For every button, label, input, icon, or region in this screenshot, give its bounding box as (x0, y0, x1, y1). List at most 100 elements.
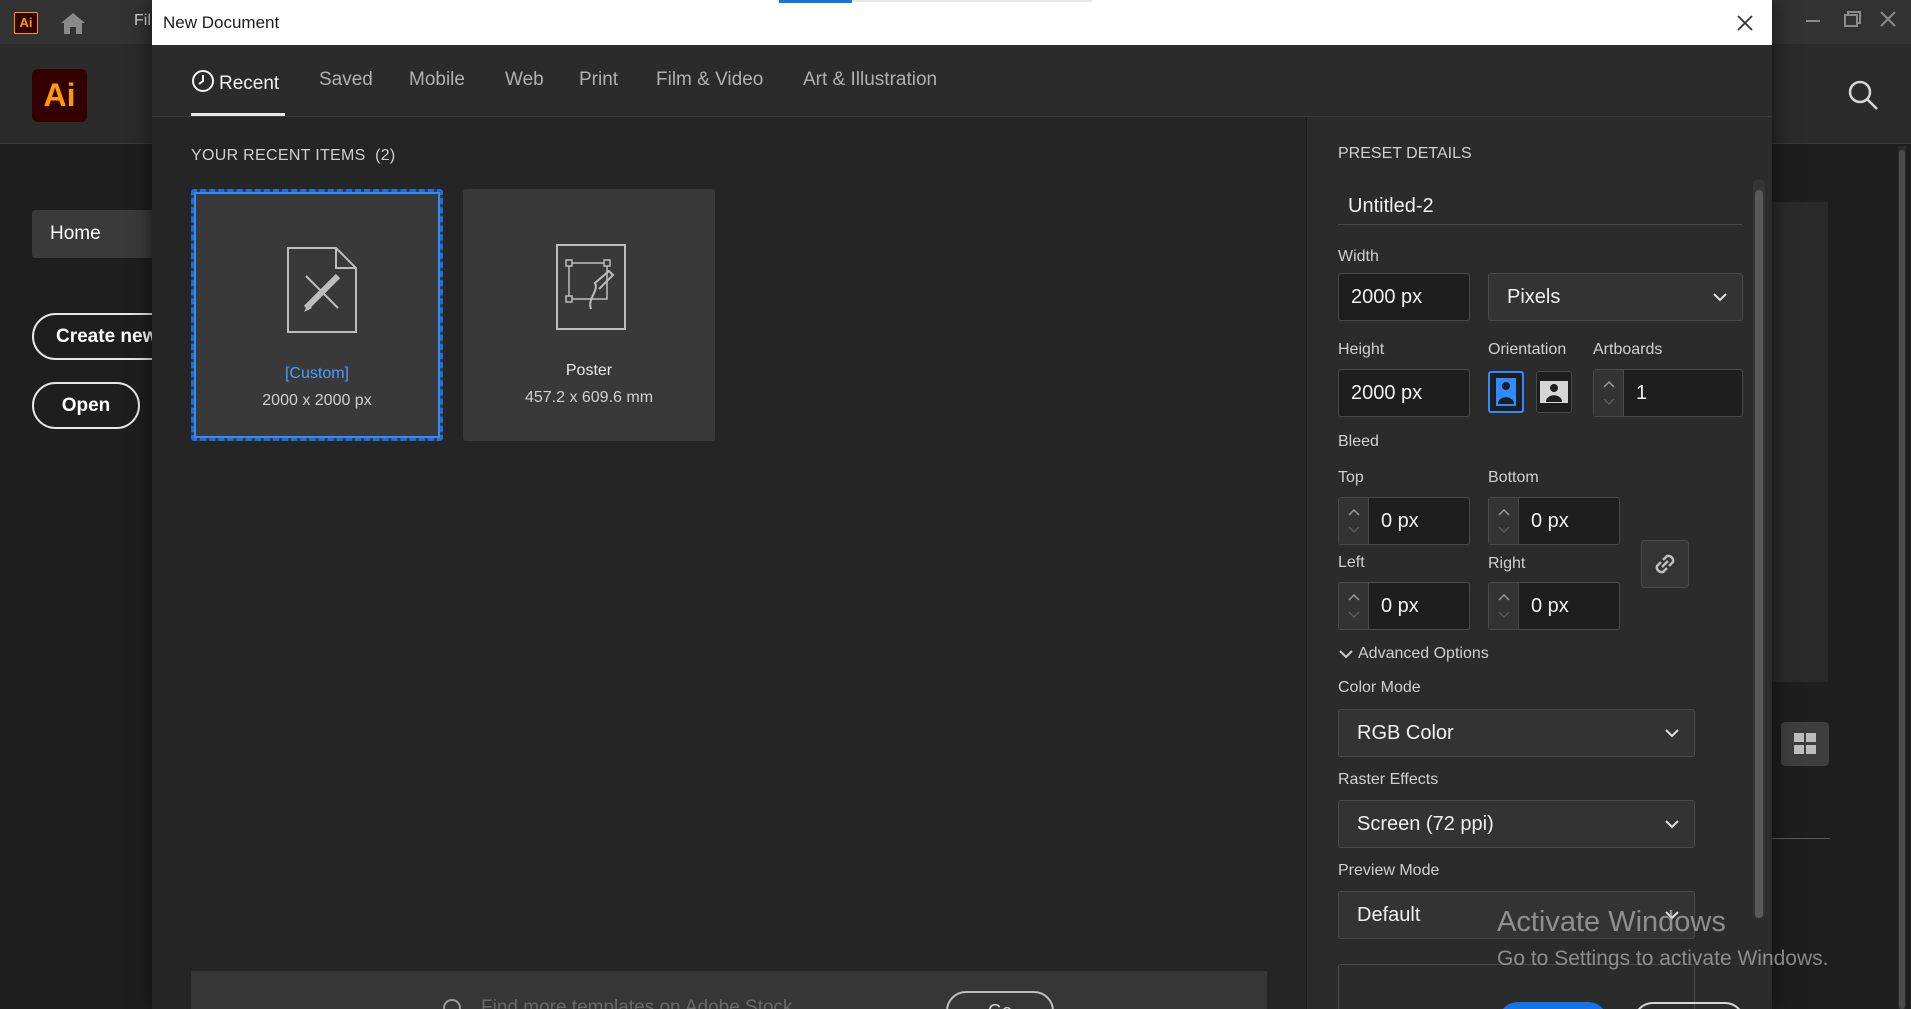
bleed-top-value: 0 px (1381, 510, 1419, 532)
recent-heading-label: YOUR RECENT ITEMS (191, 147, 366, 164)
poster-document-icon (555, 243, 627, 331)
bleed-label: Bleed (1338, 433, 1379, 450)
chevron-up-icon[interactable] (1347, 507, 1361, 517)
chevron-down-icon (1665, 820, 1679, 829)
color-mode-label: Color Mode (1338, 679, 1421, 696)
bleed-left-arrows[interactable] (1339, 583, 1369, 629)
chevron-down-icon (1339, 650, 1353, 659)
bleed-top-label: Top (1338, 469, 1364, 486)
open-button[interactable]: Open (32, 382, 140, 429)
advanced-options-label: Advanced Options (1358, 645, 1489, 662)
height-field[interactable]: 2000 px (1338, 369, 1470, 417)
raster-effects-value: Screen (72 ppi) (1357, 813, 1494, 835)
activate-windows-subtitle: Go to Settings to activate Windows. (1497, 947, 1829, 970)
chevron-down-icon (1665, 729, 1679, 738)
artboards-stepper-arrows[interactable] (1594, 370, 1624, 416)
preset-panel-scrollbar-thumb[interactable] (1755, 190, 1763, 918)
landscape-orientation-button[interactable] (1536, 371, 1572, 413)
tab-recent[interactable]: Recent (191, 69, 279, 95)
preview-mode-value: Default (1357, 904, 1421, 926)
tab-art-illustration[interactable]: Art & Illustration (803, 69, 937, 91)
width-field[interactable]: 2000 px (1338, 273, 1470, 321)
advanced-options-toggle[interactable]: Advanced Options (1338, 645, 1489, 663)
active-tab-indicator (191, 113, 285, 116)
tab-label: Recent (219, 73, 280, 94)
app-recent-panel (1772, 202, 1828, 682)
tab-mobile[interactable]: Mobile (409, 69, 465, 91)
document-name-field[interactable]: Untitled-2 (1338, 183, 1742, 225)
titlebar-accent (779, 0, 852, 3)
chevron-up-icon[interactable] (1602, 379, 1616, 389)
chevron-down-icon[interactable] (1347, 610, 1361, 620)
color-mode-value: RGB Color (1357, 722, 1454, 744)
bleed-right-arrows[interactable] (1489, 583, 1519, 629)
dialog-titlebar: New Document (152, 0, 1772, 45)
stock-search-icon (441, 997, 467, 1009)
bleed-left-value: 0 px (1381, 595, 1419, 617)
chevron-down-icon[interactable] (1497, 610, 1511, 620)
bleed-top-arrows[interactable] (1339, 498, 1369, 544)
grid-view-icon[interactable] (1781, 722, 1829, 766)
recent-item-poster[interactable]: Poster 457.2 x 609.6 mm (463, 189, 715, 441)
chevron-down-icon[interactable] (1602, 397, 1616, 407)
chevron-up-icon[interactable] (1497, 592, 1511, 602)
chevron-down-icon[interactable] (1497, 525, 1511, 535)
raster-effects-label: Raster Effects (1338, 771, 1439, 788)
link-bleed-icon[interactable] (1641, 540, 1689, 588)
chevron-down-icon (1713, 293, 1727, 302)
tab-print[interactable]: Print (579, 69, 618, 91)
artboards-value: 1 (1636, 382, 1648, 404)
bleed-top-stepper[interactable]: 0 px (1338, 497, 1470, 545)
portrait-orientation-button[interactable] (1488, 371, 1524, 413)
preview-mode-label: Preview Mode (1338, 862, 1440, 879)
artboards-stepper[interactable]: 1 (1593, 369, 1743, 417)
chevron-down-icon[interactable] (1347, 525, 1361, 535)
app-logo: Ai (32, 69, 87, 122)
recent-items-area: YOUR RECENT ITEMS (2) [Custom] 2000 x 20… (152, 117, 1306, 1009)
app-close-icon[interactable] (1868, 4, 1908, 36)
file-menu[interactable]: Fil (134, 12, 151, 30)
recent-items-heading: YOUR RECENT ITEMS (2) (191, 147, 396, 165)
divider (1772, 838, 1830, 839)
home-icon[interactable] (58, 10, 88, 36)
bleed-right-label: Right (1488, 555, 1526, 572)
preset-tabs: Recent Saved Mobile Web Print Film & Vid… (152, 45, 1772, 117)
restore-icon[interactable] (1832, 4, 1872, 36)
tab-saved[interactable]: Saved (319, 69, 373, 91)
recent-item-name: [Custom] (284, 365, 349, 382)
preset-details-heading: PRESET DETAILS (1338, 145, 1472, 162)
stock-go-button[interactable]: Go (946, 991, 1054, 1009)
titlebar-accent-secondary (852, 0, 1092, 2)
units-select[interactable]: Pixels (1488, 273, 1743, 321)
tab-web[interactable]: Web (505, 69, 544, 91)
bleed-bottom-value: 0 px (1531, 510, 1569, 532)
search-icon[interactable] (1846, 78, 1880, 112)
preset-details-panel: PRESET DETAILS Untitled-2 Width 2000 px … (1306, 117, 1772, 1009)
chevron-up-icon[interactable] (1347, 592, 1361, 602)
minimize-icon[interactable] (1792, 4, 1832, 36)
bleed-bottom-stepper[interactable]: 0 px (1488, 497, 1620, 545)
orientation-label: Orientation (1488, 341, 1567, 358)
raster-effects-select[interactable]: Screen (72 ppi) (1338, 800, 1695, 848)
create-button[interactable] (1498, 1002, 1608, 1009)
artboards-label: Artboards (1593, 341, 1663, 358)
close-button[interactable] (1633, 1002, 1745, 1009)
height-label: Height (1338, 341, 1385, 358)
recent-item-size: 457.2 x 609.6 mm (524, 389, 654, 406)
stock-search-input[interactable]: Find more templates on Adobe Stock (481, 997, 793, 1009)
landscape-icon (1540, 381, 1568, 403)
recent-item-custom[interactable]: [Custom] 2000 x 2000 px (191, 189, 443, 441)
bleed-right-value: 0 px (1531, 595, 1569, 617)
tab-film-video[interactable]: Film & Video (656, 69, 763, 91)
portrait-icon (1496, 378, 1516, 406)
app-scrollbar-thumb[interactable] (1899, 150, 1905, 1009)
close-icon[interactable] (1730, 8, 1760, 38)
sidebar-item-home[interactable]: Home (32, 210, 172, 258)
new-document-dialog: New Document Recent Saved Mobile Web Pri… (152, 0, 1772, 1009)
bleed-bottom-arrows[interactable] (1489, 498, 1519, 544)
chevron-up-icon[interactable] (1497, 507, 1511, 517)
color-mode-select[interactable]: RGB Color (1338, 709, 1695, 757)
bleed-left-stepper[interactable]: 0 px (1338, 582, 1470, 630)
bleed-left-label: Left (1338, 554, 1365, 571)
bleed-right-stepper[interactable]: 0 px (1488, 582, 1620, 630)
